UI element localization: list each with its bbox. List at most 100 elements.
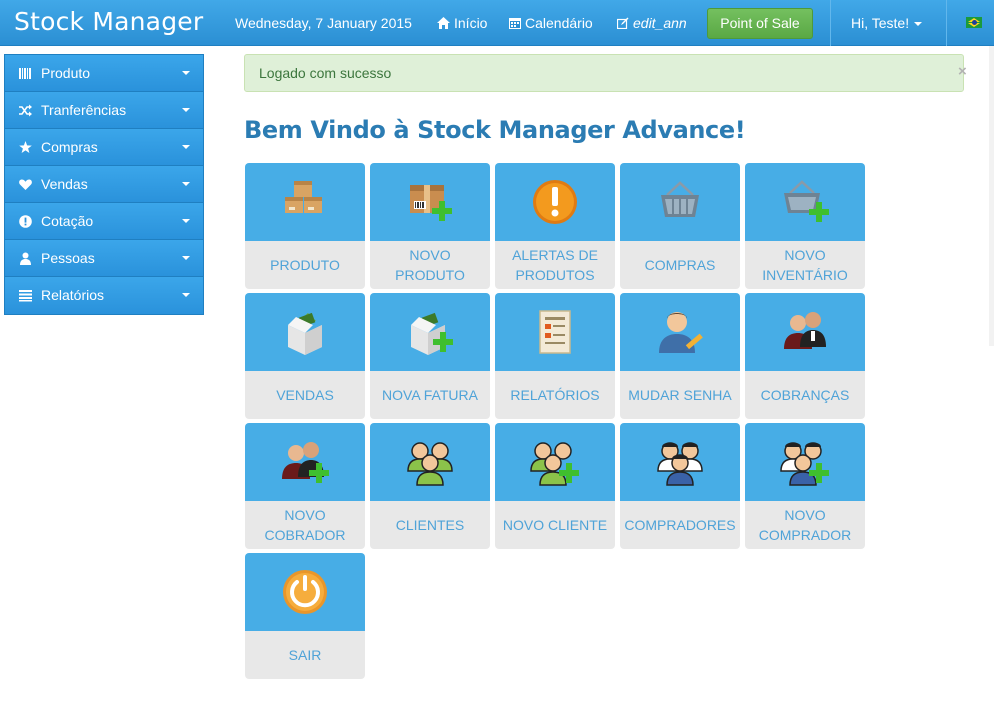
clients-icon — [405, 437, 455, 487]
nav-divider — [946, 0, 947, 46]
calendar-icon — [509, 18, 521, 30]
collector-add-icon — [280, 437, 330, 487]
tile-label: ALERTAS DE PRODUTOS — [495, 241, 615, 289]
sidebar-item-relatorios[interactable]: Relatórios — [5, 277, 203, 314]
tile-icon-area — [745, 293, 865, 371]
sales-box-add-icon — [405, 307, 455, 357]
basket-add-icon — [780, 177, 830, 227]
star-icon — [19, 141, 32, 153]
success-alert: Logado com sucesso — [244, 54, 964, 92]
tile-label: NOVA FATURA — [370, 371, 490, 419]
current-date: Wednesday, 7 January 2015 — [235, 15, 412, 31]
home-icon — [437, 17, 450, 30]
sidebar-item-compras[interactable]: Compras — [5, 129, 203, 166]
chevron-down-icon — [182, 256, 190, 260]
sidebar-item-produto[interactable]: Produto — [5, 55, 203, 92]
tile-icon-area — [620, 293, 740, 371]
tile-novo-produto[interactable]: NOVO PRODUTO — [370, 163, 490, 289]
page-title: Bem Vindo à Stock Manager Advance! — [244, 116, 746, 144]
tile-label: NOVO COMPRADOR — [745, 501, 865, 549]
sidebar-item-label: Compras — [41, 139, 98, 155]
client-add-icon — [530, 437, 580, 487]
user-edit-icon — [655, 307, 705, 357]
tile-label: NOVO PRODUTO — [370, 241, 490, 289]
sidebar-item-tranferencias[interactable]: Tranferências — [5, 92, 203, 129]
sidebar-item-label: Vendas — [41, 176, 88, 192]
tile-label: COMPRAS — [620, 241, 740, 289]
nav-home-label: Início — [454, 15, 488, 31]
tile-icon-area — [370, 163, 490, 241]
nav-calendar-label: Calendário — [525, 15, 593, 31]
tile-sair[interactable]: SAIR — [245, 553, 365, 679]
nav-home-link[interactable]: Início — [437, 0, 487, 46]
tile-nova-fatura[interactable]: NOVA FATURA — [370, 293, 490, 419]
tile-relatorios[interactable]: RELATÓRIOS — [495, 293, 615, 419]
tile-icon-area — [245, 553, 365, 631]
nav-divider — [830, 0, 831, 46]
tile-compradores[interactable]: COMPRADORES — [620, 423, 740, 549]
tile-icon-area — [620, 423, 740, 501]
sidebar-item-cotacao[interactable]: Cotação — [5, 203, 203, 240]
edit-icon — [616, 17, 629, 30]
tile-alertas-de-produtos[interactable]: ALERTAS DE PRODUTOS — [495, 163, 615, 289]
brazil-flag-icon[interactable] — [966, 17, 982, 28]
nav-calendar-link[interactable]: Calendário — [509, 0, 593, 46]
chevron-down-icon — [182, 108, 190, 112]
buyers-icon — [655, 437, 705, 487]
point-of-sale-button[interactable]: Point of Sale — [707, 8, 813, 39]
nav-edit-link[interactable]: edit_ann — [616, 0, 687, 46]
sidebar-item-label: Pessoas — [41, 250, 95, 266]
chevron-down-icon — [182, 182, 190, 186]
tile-label: RELATÓRIOS — [495, 371, 615, 419]
collectors-icon — [780, 307, 830, 357]
buyer-add-icon — [780, 437, 830, 487]
alert-icon — [530, 177, 580, 227]
user-menu[interactable]: Hi, Teste! — [851, 0, 923, 46]
sidebar-item-pessoas[interactable]: Pessoas — [5, 240, 203, 277]
tile-icon-area — [370, 423, 490, 501]
tile-label: NOVO COBRADOR — [245, 501, 365, 549]
shuffle-icon — [19, 104, 32, 117]
nav-edit-label: edit_ann — [633, 15, 687, 31]
chevron-down-icon — [182, 145, 190, 149]
tile-icon-area — [495, 423, 615, 501]
tile-label: COBRANÇAS — [745, 371, 865, 419]
sidebar: Produto Tranferências Compras Vendas Cot… — [4, 54, 204, 315]
close-icon[interactable]: × — [958, 63, 967, 80]
tile-cobrancas[interactable]: COBRANÇAS — [745, 293, 865, 419]
tile-novo-cobrador[interactable]: NOVO COBRADOR — [245, 423, 365, 549]
chevron-down-icon — [182, 219, 190, 223]
scrollbar[interactable] — [989, 46, 994, 346]
tile-label: VENDAS — [245, 371, 365, 419]
chevron-down-icon — [914, 22, 923, 27]
power-icon — [280, 567, 330, 617]
tile-novo-comprador[interactable]: NOVO COMPRADOR — [745, 423, 865, 549]
sidebar-item-label: Relatórios — [41, 287, 105, 303]
chevron-down-icon — [182, 71, 190, 75]
tile-icon-area — [620, 163, 740, 241]
tile-icon-area — [245, 293, 365, 371]
alert-message: Logado com sucesso — [259, 65, 392, 81]
tile-label: NOVO INVENTÁRIO — [745, 241, 865, 289]
tile-mudar-senha[interactable]: MUDAR SENHA — [620, 293, 740, 419]
brand-logo[interactable]: Stock Manager — [14, 7, 203, 36]
tile-novo-inventario[interactable]: NOVO INVENTÁRIO — [745, 163, 865, 289]
sidebar-item-label: Cotação — [41, 213, 94, 229]
chevron-down-icon — [182, 293, 190, 297]
tile-produto[interactable]: PRODUTO — [245, 163, 365, 289]
tile-label: SAIR — [245, 631, 365, 679]
tile-icon-area — [745, 163, 865, 241]
tile-vendas[interactable]: VENDAS — [245, 293, 365, 419]
tile-novo-cliente[interactable]: NOVO CLIENTE — [495, 423, 615, 549]
tile-compras[interactable]: COMPRAS — [620, 163, 740, 289]
basket-icon — [655, 177, 705, 227]
tile-label: NOVO CLIENTE — [495, 501, 615, 549]
tile-clientes[interactable]: CLIENTES — [370, 423, 490, 549]
list-icon — [19, 290, 32, 302]
heart-icon — [19, 179, 32, 190]
sidebar-item-vendas[interactable]: Vendas — [5, 166, 203, 203]
tile-icon-area — [245, 423, 365, 501]
tile-label: COMPRADORES — [620, 501, 740, 549]
box-add-icon — [405, 177, 455, 227]
barcode-icon — [19, 68, 31, 79]
